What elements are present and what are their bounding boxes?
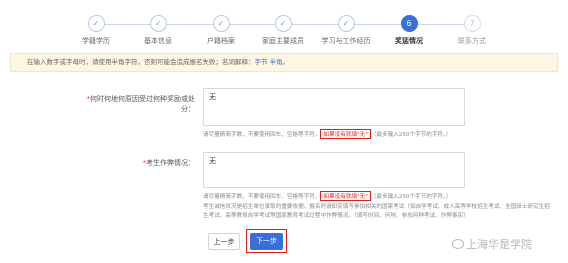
step-1[interactable]: ✓ 学籍学历 <box>61 15 131 46</box>
step-label: 学籍学历 <box>82 37 110 45</box>
hint-prefix: 请尽量精简字数，不要使用回车、空格等字符， <box>203 194 321 200</box>
fill-none-highlight: 如果没有就填"无" <box>320 191 371 201</box>
fill-none-highlight: 如果没有就填"无" <box>320 129 371 139</box>
notice-text: 在输入数字或字母时，请使用半角字符，否则可能会造成报名失败；名词解释： <box>27 58 255 66</box>
step-label: 基本信息 <box>144 37 172 45</box>
hint-suffix: （最多输入250个字节的字符。） <box>370 132 452 138</box>
weibo-watermark: 上海华是学院 <box>452 236 532 252</box>
half-width-notice: 在输入数字或字母时，请使用半角字符，否则可能会造成报名失败；名词解释：字节 半角… <box>10 53 558 72</box>
punishment-label-text: 何时何地何原因受过何种奖励或处分： <box>90 95 195 113</box>
punishment-textarea[interactable]: 无 <box>203 88 465 126</box>
step-label: 联系方式 <box>458 37 486 45</box>
step-label: 户籍档案 <box>207 37 235 45</box>
step-7[interactable]: 7 联系方式 <box>437 15 507 46</box>
prev-step-button[interactable]: 上一步 <box>208 233 240 250</box>
cheating-label-text: 考生作弊情况： <box>146 159 195 167</box>
progress-stepper: ✓ 学籍学历 ✓ 基本信息 ✓ 户籍档案 ✓ 家庭主要成员 ✓ 学习与工作经历 … <box>0 0 568 50</box>
step-check-icon: ✓ <box>337 15 355 32</box>
hint-suffix: （最多输入250个字节的字符。） <box>370 194 452 200</box>
step-check-icon: ✓ <box>149 15 167 32</box>
cheating-textarea[interactable]: 无 <box>203 152 465 188</box>
cheating-label: *考生作弊情况： <box>75 158 196 168</box>
step-2[interactable]: ✓ 基本信息 <box>123 15 193 46</box>
step-label: 家庭主要成员 <box>262 37 304 45</box>
step-label: 学习与工作经历 <box>321 37 371 45</box>
notice-glossary-link[interactable]: 字节 半角。 <box>255 58 290 66</box>
step-check-icon: ✓ <box>274 15 292 32</box>
step-check-icon: ✓ <box>212 15 230 32</box>
watermark-text: 上海华是学院 <box>466 238 532 251</box>
next-step-button[interactable]: 下一步 <box>250 232 283 250</box>
weibo-icon <box>452 239 464 249</box>
cheating-value: 无 <box>209 157 216 165</box>
step-number-icon: 7 <box>463 15 481 32</box>
punishment-value: 无 <box>209 93 216 101</box>
step-label: 奖惩情况 <box>395 37 423 45</box>
cheating-hint: 请尽量精简字数，不要使用回车、空格等字符， 如果没有就填"无" （最多输入250个字… <box>203 191 451 201</box>
punishment-label: *何时何地何原因受过何种奖励或处分： <box>75 94 196 114</box>
integrity-note-line1: 考生诚信状况是招生单位录取的重要依据。报名时请如实填写参加相关的国家考试（如自学… <box>203 204 550 210</box>
hint-prefix: 请尽量精简字数，不要使用回车、空格等字符， <box>203 132 321 138</box>
step-6[interactable]: 6 奖惩情况 <box>374 15 444 46</box>
next-step-highlight: 下一步 <box>246 229 287 253</box>
step-5[interactable]: ✓ 学习与工作经历 <box>311 15 381 46</box>
step-number-icon: 6 <box>400 15 418 32</box>
step-check-icon: ✓ <box>87 15 105 32</box>
step-4[interactable]: ✓ 家庭主要成员 <box>248 15 318 46</box>
punishment-hint: 请尽量精简字数，不要使用回车、空格等字符， 如果没有就填"无" （最多输入250个字… <box>203 129 451 139</box>
step-3[interactable]: ✓ 户籍档案 <box>186 15 256 46</box>
integrity-note-line2: 生考试、高等教育自学考试等国家教育考试过程中作弊情况。（填写时间、何地、参加何种… <box>203 213 469 219</box>
